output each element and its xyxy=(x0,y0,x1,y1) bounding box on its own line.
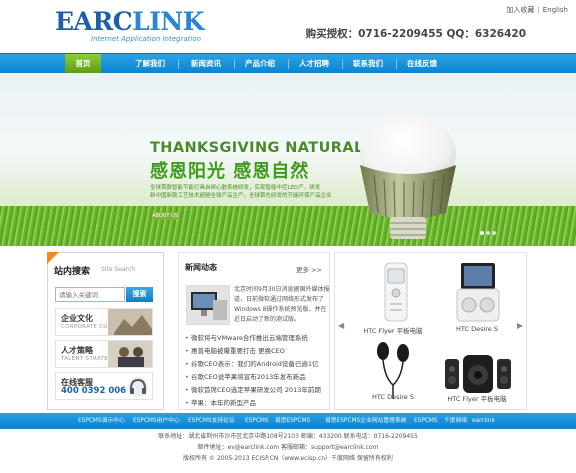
product-label[interactable]: HTC Flyer 平板电脑 xyxy=(439,393,515,403)
corporate-culture-box[interactable]: 企业文化 CORPORATE CULTURE xyxy=(55,308,153,336)
news-item[interactable]: 惠普电脑被曝重要打击 更换CEO xyxy=(185,345,330,358)
friend-link[interactable]: ESPCMS xyxy=(245,413,269,429)
friend-link[interactable]: ESPCMS用户中心 xyxy=(133,413,180,429)
corner-tab xyxy=(47,252,59,264)
banner-body-line: 全球首款智能节能灯具自研心脏系统研发，实现智能中控LED产，研发 xyxy=(150,185,321,191)
grass-background xyxy=(0,206,576,246)
hotline-number: 400 0392 006 xyxy=(61,386,127,396)
banner-headline-cn: 感恩阳光 感恩自然 xyxy=(150,161,310,182)
english-link[interactable]: English xyxy=(543,6,568,14)
nav-about[interactable]: 了解我们 xyxy=(128,54,172,73)
search-title: 站内搜索 xyxy=(54,267,91,277)
nav-home[interactable]: 首页 xyxy=(65,54,101,73)
nav-contact[interactable]: 联系我们 xyxy=(346,54,390,73)
product-label[interactable]: HTC Desire S xyxy=(355,393,431,401)
online-service-box[interactable]: 在线客服 400 0392 006 xyxy=(55,372,153,400)
friend-link[interactable]: earclink xyxy=(472,413,495,429)
footer-copyright: 版权所有 © 2005-2013 ECISP.CN（www.ecisp.cn）千… xyxy=(183,455,393,462)
news-title: 新闻动态 xyxy=(185,263,217,272)
news-thumbnail[interactable] xyxy=(186,285,230,325)
product-image-dock[interactable] xyxy=(443,259,513,329)
prev-arrow-icon[interactable]: ◀ xyxy=(338,321,344,330)
talent-image xyxy=(108,341,152,367)
logo-wordmark: EARCLINK xyxy=(55,7,204,36)
product-label[interactable]: HTC Desire S xyxy=(439,325,515,333)
friend-link[interactable]: ESPCMS支持论坛 xyxy=(188,413,235,429)
friend-link[interactable]: 易思ESPCMS xyxy=(275,413,310,429)
search-input[interactable] xyxy=(55,287,125,302)
site-header: EARCLINK Internet Application Integratio… xyxy=(0,0,576,53)
footer-email: 邮件地址：ev@earclink.com 客服邮箱：support@earcli… xyxy=(197,444,379,451)
footer-address: 联系地址：湖北省荆州市沙市区北京中路108号2103 邮编：433200 联系电… xyxy=(158,433,418,440)
news-item[interactable]: 苹果：本年的新型产品 xyxy=(185,397,330,410)
top-links: 加入收藏 | English xyxy=(506,5,568,15)
logo-tagline: Internet Application Integration xyxy=(91,35,202,43)
banner-headline-en: THANKSGIVING NATURAL xyxy=(150,140,364,156)
main-nav: 首页 了解我们 新闻资讯 产品介绍 人才招聘 联系我们 在线反馈 xyxy=(0,53,576,73)
search-button[interactable]: 搜索 xyxy=(126,287,153,302)
news-list: 微软将与VMware合作推出云端管理系统 惠普电脑被曝重要打击 更换CEO 谷歌… xyxy=(185,332,330,410)
next-arrow-icon[interactable]: ▶ xyxy=(517,321,523,330)
nav-feedback[interactable]: 在线反馈 xyxy=(400,54,444,73)
news-item[interactable]: 微软首席CEO选定苹果研发公司 2013年前期 xyxy=(185,384,330,397)
nav-products[interactable]: 产品介绍 xyxy=(238,54,282,73)
content-area: 站内搜索 Site Search 搜索 企业文化 CORPORATE CULTU… xyxy=(0,252,576,410)
news-excerpt: 北京时间9月30日消息据国外媒体报道，日前微软通过网络形式发布了Windows … xyxy=(234,286,330,323)
friend-links-bar: ESPCMS演示中心 ESPCMS用户中心 ESPCMS支持论坛 ESPCMS … xyxy=(0,413,576,429)
friend-link[interactable]: 千度网络 xyxy=(444,413,467,429)
talent-strategy-box[interactable]: 人才策略 TALENT STRATEGY xyxy=(55,340,153,368)
search-subtitle: Site Search xyxy=(101,266,136,273)
hero-banner[interactable]: THANKSGIVING NATURAL 感恩阳光 感恩自然 全球首款智能节能灯… xyxy=(0,73,576,246)
headset-icon xyxy=(128,377,148,397)
news-item[interactable]: 谷歌CEO表示：我们的Android设备已逾1亿 xyxy=(185,358,330,371)
led-bulb-image xyxy=(360,115,456,239)
add-favorite-link[interactable]: 加入收藏 xyxy=(506,5,534,15)
culture-image xyxy=(108,309,152,335)
friend-link[interactable]: ESPCMS演示中心 xyxy=(78,413,125,429)
news-panel: 新闻动态 更多 >> 北京时间9月30日消息据国外媒体报道，日前微软通过网络形式… xyxy=(178,252,330,410)
nav-news[interactable]: 新闻资讯 xyxy=(184,54,228,73)
nav-jobs[interactable]: 人才招聘 xyxy=(292,54,336,73)
news-more-link[interactable]: 更多 >> xyxy=(296,264,322,274)
news-item[interactable]: 谷歌CEO说苹果将宣布2013年发布新品 xyxy=(185,371,330,384)
friend-link[interactable]: ESPCMS xyxy=(414,413,438,429)
site-footer: 联系地址：湖北省荆州市沙市区北京中路108号2103 邮编：433200 联系电… xyxy=(0,431,576,473)
banner-more-button[interactable]: ABOUT US xyxy=(152,212,178,220)
purchase-phone: 购买授权：0716-2209455 QQ：6326420 xyxy=(305,28,526,40)
news-item[interactable]: 微软将与VMware合作推出云端管理系统 xyxy=(185,332,330,345)
product-image-recorder[interactable] xyxy=(359,259,429,329)
banner-pagination[interactable] xyxy=(478,228,496,238)
search-panel: 站内搜索 Site Search 搜索 企业文化 CORPORATE CULTU… xyxy=(47,252,164,410)
site-logo[interactable]: EARCLINK Internet Application Integratio… xyxy=(55,8,245,48)
banner-body-line: 新中国新款工艺技术超越全球产品生产，全球首先研发的节能环保产品企业 xyxy=(150,193,332,199)
friend-link[interactable]: 易思ESPCMS企业网站管理系统 xyxy=(325,413,407,429)
products-panel: ◀ ▶ HTC Flyer 平板电脑 HTC Desire S HTC Desi… xyxy=(334,252,527,410)
